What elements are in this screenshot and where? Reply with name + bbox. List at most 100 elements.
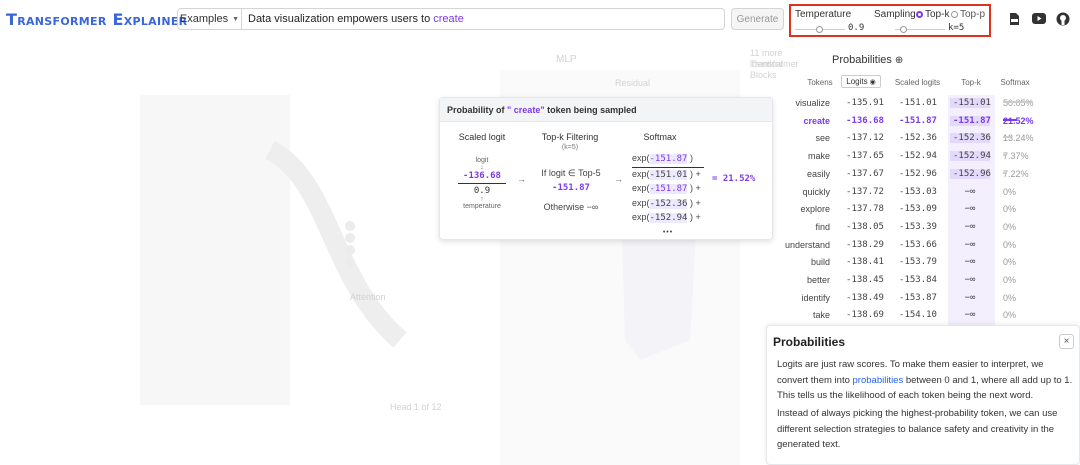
prompt-text[interactable]: Data visualization empowers users to cre… — [242, 13, 464, 25]
arrow-up-icon: ↑ — [480, 196, 484, 203]
softmax-ellipsis: ••• — [662, 228, 674, 236]
softmax-value: 0% — [1003, 186, 1017, 197]
table-row[interactable]: see -137.12 -152.36 -152.36 13.24% — [770, 130, 1080, 148]
close-button[interactable]: × — [1059, 334, 1074, 349]
token-cell: take — [812, 310, 830, 321]
arrow-right-icon: → — [614, 174, 623, 184]
mlp-label: MLP — [556, 54, 577, 65]
softmax-cell: 7.37% — [1003, 151, 1029, 161]
topk-cell: −∞ — [964, 186, 976, 197]
temperature-divisor: 0.9 — [473, 186, 491, 196]
probabilities-title: Probabilities ⊕ — [832, 54, 903, 66]
app-logo[interactable]: Transformer Explainer — [6, 10, 187, 29]
card-title-prefix: Probability of — [447, 105, 505, 115]
table-row[interactable]: visualize -135.91 -151.01 -151.01 50.05% — [770, 95, 1080, 113]
youtube-icon[interactable] — [1031, 11, 1046, 26]
softmax-value: 7.22% — [1003, 168, 1029, 179]
table-row[interactable]: take -138.69 -154.10 −∞ 0% — [770, 307, 1080, 325]
softmax-value: 50.05% — [1003, 98, 1034, 108]
explain-paragraph-2: Instead of always picking the highest-pr… — [777, 408, 1058, 450]
topk-value: -151.87 — [552, 183, 590, 193]
topk-otherwise: Otherwise −∞ — [543, 202, 599, 212]
github-icon[interactable] — [1055, 11, 1070, 26]
topk-radio[interactable]: Top-k — [916, 9, 949, 20]
softmax-cell: 0% — [1003, 310, 1016, 320]
softmax-result: = 21.52% — [712, 174, 756, 184]
probabilities-link[interactable]: probabilities — [853, 375, 904, 386]
logit-cell: -138.41 — [846, 257, 884, 268]
softmax-cell: 0% — [1003, 275, 1016, 285]
scaled-logit-cell: -153.87 — [899, 292, 937, 303]
topk-cell: -152.96 — [950, 168, 991, 179]
probabilities-explanation-panel: Probabilities × Logits are just raw scor… — [766, 325, 1080, 465]
topk-cell: −∞ — [964, 204, 976, 215]
topk-cell: −∞ — [964, 292, 976, 303]
table-row[interactable]: make -137.65 -152.94 -152.94 7.37% — [770, 148, 1080, 166]
temperature-value: 0.9 — [848, 23, 865, 33]
k-slider[interactable] — [895, 26, 945, 33]
table-row[interactable]: find -138.05 -153.39 −∞ 0% — [770, 219, 1080, 237]
generate-button[interactable]: Generate — [731, 8, 784, 30]
term-value: -151.01 — [649, 169, 688, 180]
temperature-slider[interactable] — [795, 26, 845, 33]
softmax-title: Softmax — [643, 132, 677, 142]
probability-bar — [1003, 154, 1007, 157]
examples-dropdown[interactable]: Examples ▼ — [178, 9, 242, 29]
card-title-token: " create" — [507, 105, 545, 115]
table-row[interactable]: understand -138.29 -153.66 −∞ 0% — [770, 237, 1080, 255]
sampling-probability-card: Probability of " create" token being sam… — [439, 97, 773, 240]
token-cell: quickly — [802, 186, 830, 197]
token-cell: create — [803, 115, 830, 126]
table-row[interactable]: better -138.45 -153.84 −∞ 0% — [770, 272, 1080, 290]
topk-cell: -151.01 — [950, 98, 991, 108]
table-row[interactable]: explore -137.78 -153.09 −∞ 0% — [770, 201, 1080, 219]
table-row[interactable]: identify -138.49 -153.87 −∞ 0% — [770, 290, 1080, 308]
logit-label: logit — [475, 157, 489, 164]
topk-condition: If logit ∈ Top-5 — [541, 168, 601, 178]
scaled-logit-cell: -153.79 — [899, 257, 937, 268]
token-cell: understand — [784, 239, 830, 250]
table-row[interactable]: build -138.41 -153.79 −∞ 0% — [770, 254, 1080, 272]
probability-bar — [1003, 171, 1007, 174]
scaled-logit-cell: -153.09 — [899, 204, 937, 215]
arrow-down-icon: ↓ — [480, 164, 484, 171]
probability-bar — [1003, 101, 1033, 103]
table-row[interactable]: quickly -137.72 -153.03 −∞ 0% — [770, 184, 1080, 202]
numerator-value: -151.87 — [649, 154, 688, 164]
topp-radio[interactable]: Top-p — [951, 9, 985, 20]
token-cell: build — [810, 257, 830, 268]
topk-filter-title: Top-k Filtering — [541, 132, 599, 142]
chevron-down-icon: ▼ — [232, 15, 240, 23]
table-row[interactable]: create -136.68 -151.87 -151.87 21.52% — [770, 113, 1080, 131]
logit-cell: -138.05 — [846, 221, 884, 232]
logits-toggle[interactable]: Logits ◉ — [841, 75, 881, 88]
card-title-suffix: token being sampled — [547, 105, 637, 115]
scaled-logit-cell: -154.10 — [899, 310, 937, 321]
explain-paragraph-1: Logits are just raw scores. To make them… — [777, 357, 1077, 404]
temperature-caption: temperature — [463, 203, 501, 210]
table-row[interactable]: easily -137.67 -152.96 -152.96 7.22% — [770, 166, 1080, 184]
logit-value: -136.68 — [458, 171, 506, 184]
softmax-cell: 0% — [1003, 257, 1016, 267]
k-slider-handle[interactable] — [899, 26, 907, 33]
temperature-slider-handle[interactable] — [815, 26, 823, 33]
softmax-cell: 7.22% — [1003, 169, 1029, 179]
scaled-logit-cell: -153.03 — [899, 186, 937, 197]
pdf-icon[interactable] — [1007, 11, 1022, 26]
topk-cell: −∞ — [964, 239, 976, 250]
logo-text: Transformer Explainer — [6, 10, 188, 29]
term-value: -152.94 — [649, 213, 688, 223]
topk-cell: -151.87 — [950, 115, 991, 126]
col-header-tokens: Tokens — [807, 78, 833, 87]
softmax-value: 0% — [1003, 275, 1017, 285]
topk-cell: −∞ — [964, 257, 976, 268]
header-icons — [1007, 11, 1070, 26]
probability-bar — [1003, 136, 1011, 139]
topk-label: Top-k — [925, 9, 950, 20]
prompt-input[interactable]: Examples ▼ Data visualization empowers u… — [177, 8, 725, 30]
softmax-cell: 21.52% — [1003, 116, 1034, 126]
topk-cell: -152.94 — [950, 151, 991, 162]
logit-cell: -138.49 — [846, 292, 884, 303]
zoom-in-icon[interactable]: ⊕ — [895, 55, 903, 66]
temperature-label: Temperature — [795, 9, 852, 20]
